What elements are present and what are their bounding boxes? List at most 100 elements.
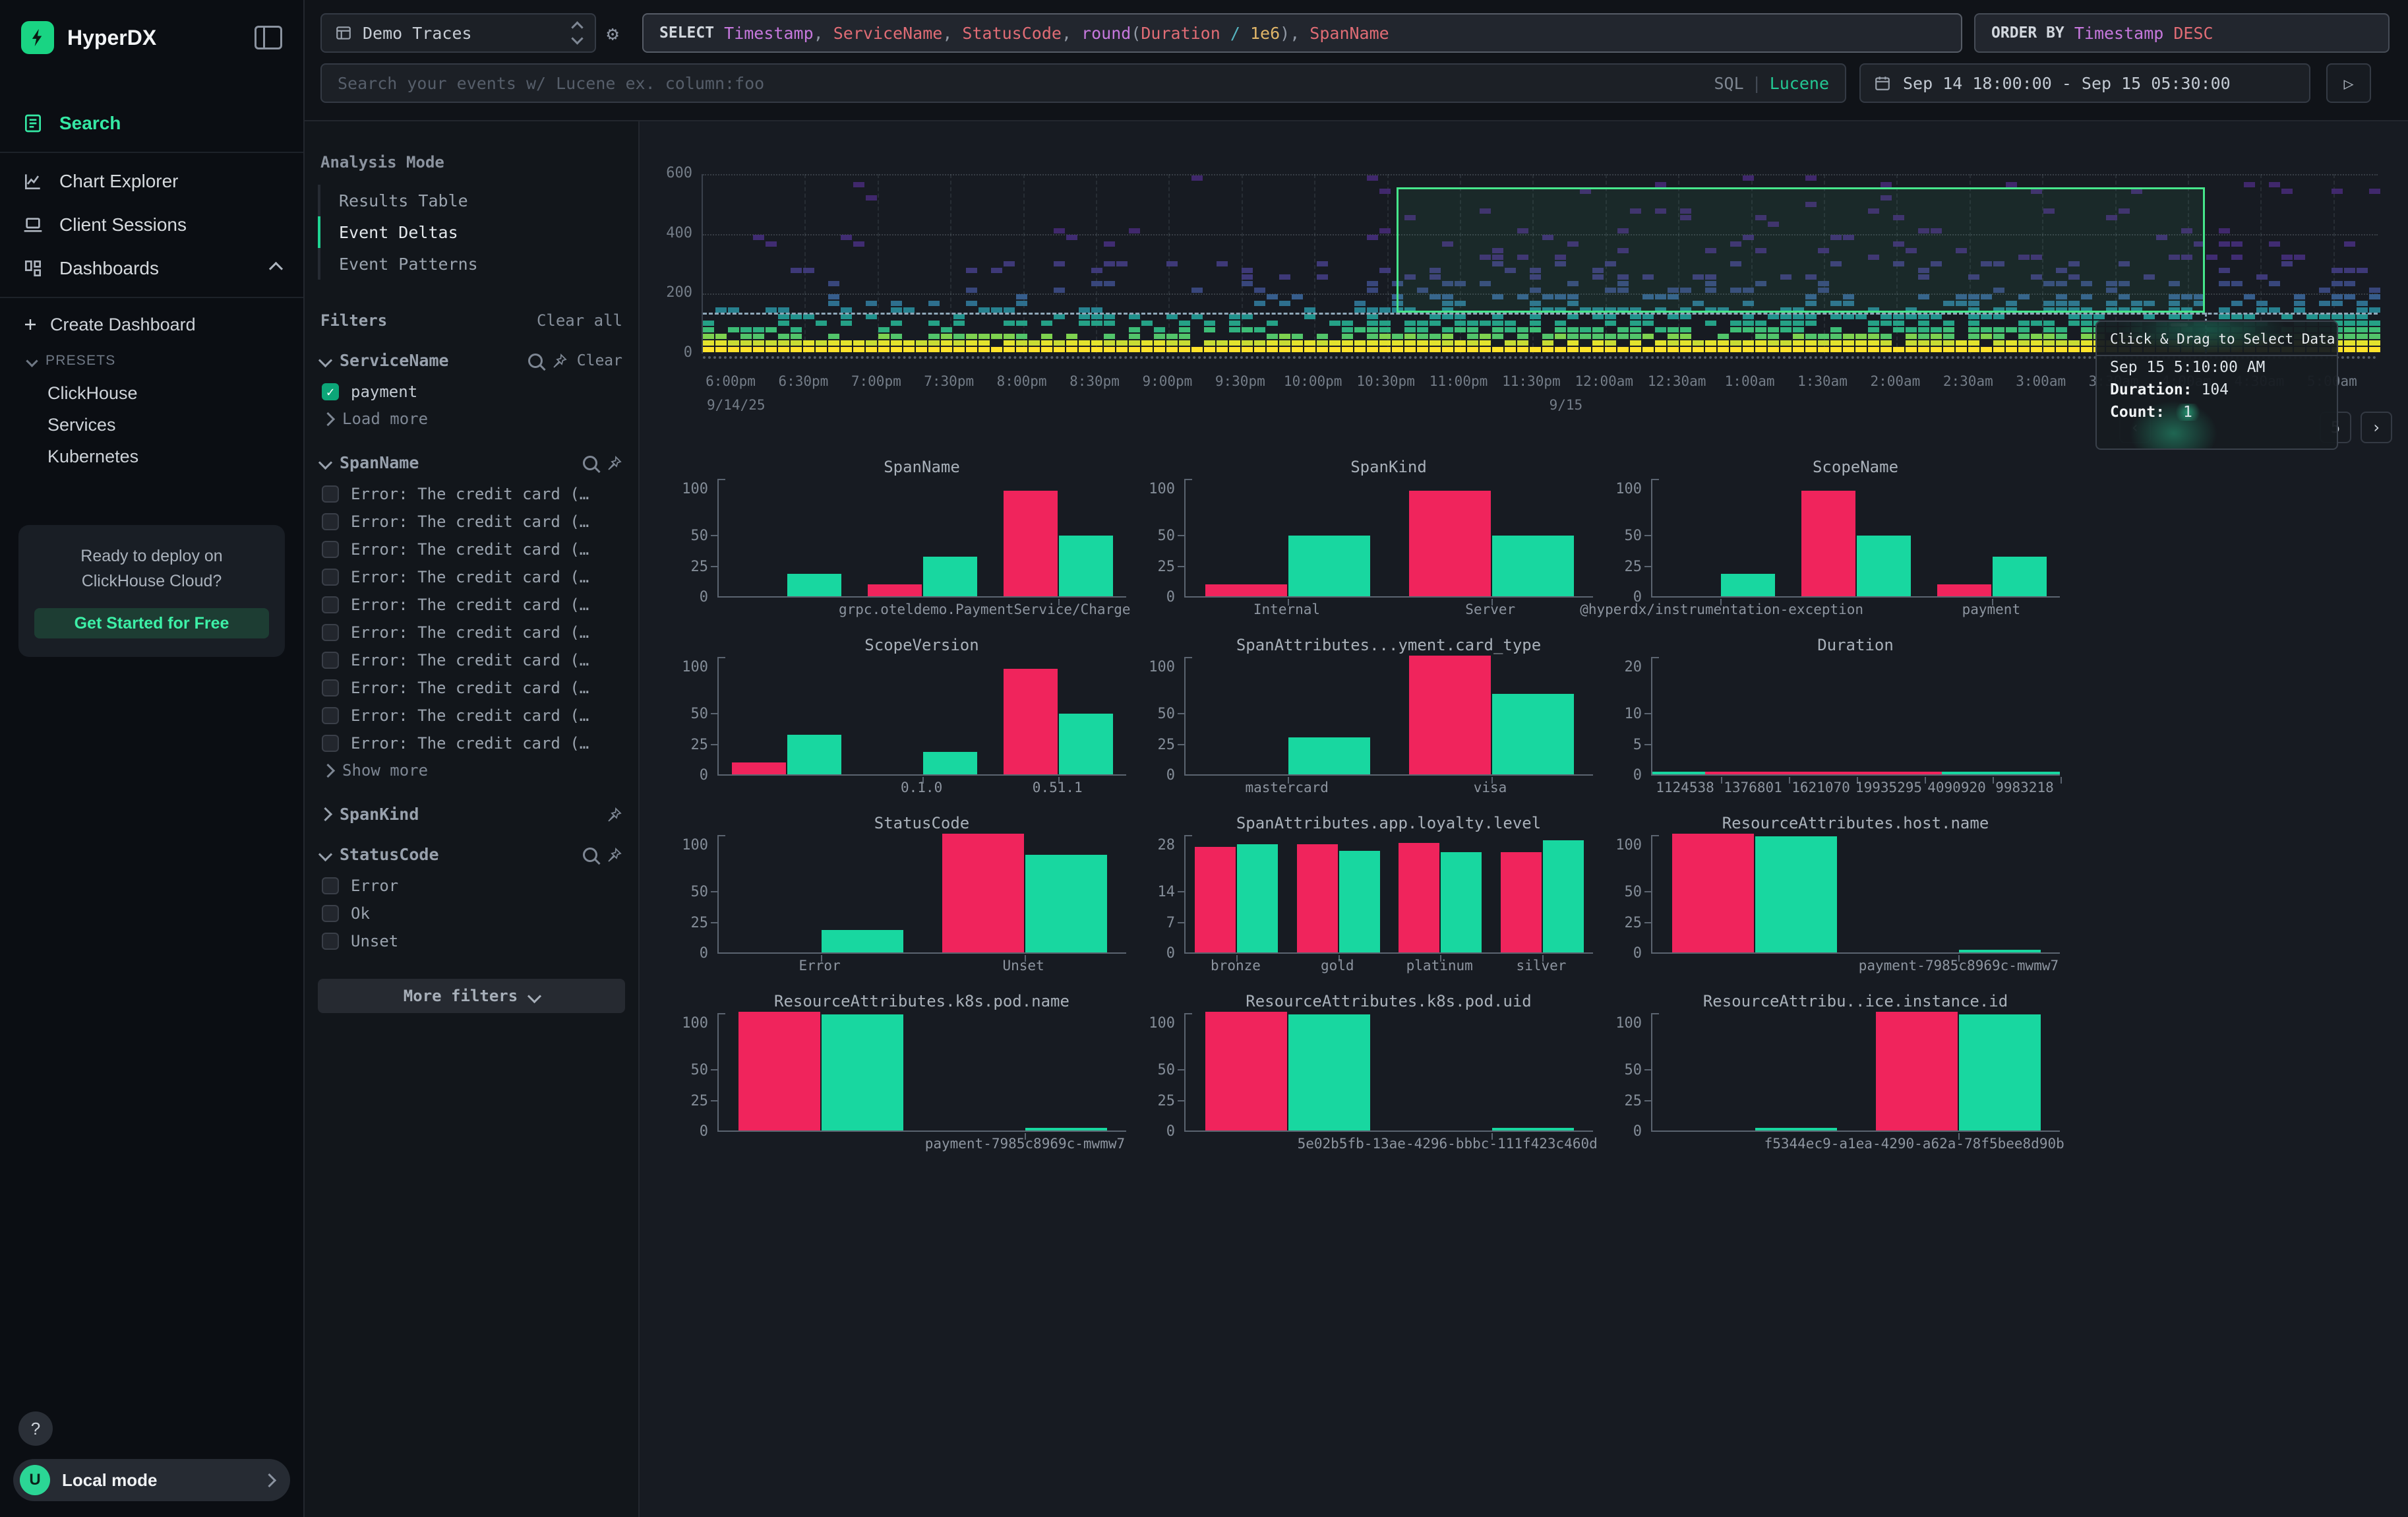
sql-mode-toggle[interactable]: SQL [1714, 74, 1743, 93]
filter-checkbox-row[interactable]: Error: The credit card (… [318, 702, 625, 729]
sql-editor[interactable]: SELECT Timestamp, ServiceName, StatusCod… [642, 13, 1962, 53]
sidebar-item-dashboards[interactable]: Dashboards [0, 247, 303, 290]
filter-checkbox-row[interactable]: Error: The credit card (… [318, 619, 625, 646]
next-page-button[interactable]: › [2361, 412, 2392, 443]
mini-chart-plot[interactable] [1184, 835, 1593, 954]
sidebar-item-chart-explorer[interactable]: Chart Explorer [0, 160, 303, 203]
heatmap-cell [1517, 347, 1528, 352]
mini-chart-plot[interactable] [717, 1013, 1126, 1132]
filter-checkbox-row[interactable]: Error: The credit card (… [318, 508, 625, 536]
create-dashboard-button[interactable]: Create Dashboard [0, 305, 303, 344]
sidebar-item-kubernetes[interactable]: Kubernetes [0, 441, 303, 472]
pin-icon[interactable] [607, 847, 622, 863]
sidebar-item-search[interactable]: Search [0, 102, 303, 145]
show-more-button[interactable]: Show more [318, 757, 625, 784]
heatmap-cell [866, 314, 877, 319]
lucene-mode-toggle[interactable]: Lucene [1770, 74, 1829, 93]
search-input[interactable]: Search your events w/ Lucene ex. column:… [320, 63, 1846, 103]
filter-section-title[interactable]: SpanKind [340, 805, 419, 824]
checkbox-checked-icon[interactable]: ✓ [322, 383, 339, 400]
analysis-mode-results-table[interactable]: Results Table [318, 185, 625, 216]
pin-icon[interactable] [607, 455, 622, 471]
filter-checkbox-row[interactable]: Error: The credit card (… [318, 480, 625, 508]
user-menu[interactable]: U Local mode [13, 1459, 290, 1501]
sidebar-collapse-icon[interactable] [255, 26, 282, 49]
filter-checkbox-row[interactable]: Unset [318, 927, 625, 955]
mini-chart-plot[interactable] [1184, 479, 1593, 598]
more-filters-button[interactable]: More filters [318, 979, 625, 1013]
sidebar-bottom: ? U Local mode [0, 1411, 303, 1517]
checkbox-icon[interactable] [322, 541, 339, 558]
chevron-up-icon [269, 261, 283, 275]
mini-chart-plot[interactable] [1651, 657, 2060, 776]
heatmap-cell [1116, 261, 1128, 266]
checkbox-icon[interactable] [322, 877, 339, 894]
filter-checkbox-row[interactable]: ✓payment [318, 378, 625, 406]
sidebar-item-clickhouse[interactable]: ClickHouse [0, 377, 303, 409]
checkbox-icon[interactable] [322, 485, 339, 503]
gear-icon[interactable]: ⚙ [607, 22, 618, 46]
clear-all-button[interactable]: Clear all [537, 311, 622, 330]
checkbox-icon[interactable] [322, 735, 339, 752]
checkbox-icon[interactable] [322, 933, 339, 950]
date-range-picker[interactable]: Sep 14 18:00:00 - Sep 15 05:30:00 [1859, 63, 2310, 103]
filter-checkbox-row[interactable]: Error: The credit card (… [318, 536, 625, 563]
heatmap-cell [1079, 347, 1090, 352]
chevron-down-icon[interactable] [318, 456, 332, 470]
checkbox-icon[interactable] [322, 624, 339, 641]
mini-chart-plot[interactable] [1651, 835, 2060, 954]
chevron-right-icon[interactable] [318, 807, 332, 821]
checkbox-icon[interactable] [322, 707, 339, 724]
checkbox-icon[interactable] [322, 569, 339, 586]
filter-section-title[interactable]: SpanName [340, 453, 419, 472]
heatmap-gridline [804, 174, 806, 354]
chevron-down-icon[interactable] [318, 848, 332, 861]
pin-icon[interactable] [607, 807, 622, 822]
bar-green [1237, 844, 1278, 952]
search-icon[interactable] [583, 848, 597, 862]
search-icon[interactable] [583, 456, 597, 470]
pin-icon[interactable] [552, 353, 568, 369]
checkbox-icon[interactable] [322, 596, 339, 613]
mini-chart-plot[interactable] [1184, 657, 1593, 776]
filter-checkbox-row[interactable]: Error: The credit card (… [318, 591, 625, 619]
heatmap-cell [941, 327, 952, 332]
presets-toggle[interactable]: PRESETS [0, 344, 303, 377]
chevron-down-icon[interactable] [318, 354, 332, 367]
sidebar-item-client-sessions[interactable]: Client Sessions [0, 203, 303, 247]
help-button[interactable]: ? [18, 1411, 53, 1446]
filter-checkbox-row[interactable]: Error: The credit card (… [318, 563, 625, 591]
checkbox-icon[interactable] [322, 652, 339, 669]
sidebar-item-services[interactable]: Services [0, 409, 303, 441]
filter-clear-button[interactable]: Clear [577, 352, 622, 369]
search-icon[interactable] [528, 354, 543, 368]
checkbox-icon[interactable] [322, 513, 339, 530]
filter-checkbox-row[interactable]: Error: The credit card (… [318, 674, 625, 702]
x-tick-label: 4090920 [1927, 780, 1986, 795]
promo-line-1: Ready to deploy on [34, 543, 269, 569]
filter-checkbox-row[interactable]: Ok [318, 900, 625, 927]
analysis-mode-event-patterns[interactable]: Event Patterns [318, 248, 625, 280]
mini-chart-body: 10050250 [659, 479, 1126, 598]
filter-section-title[interactable]: StatusCode [340, 845, 439, 864]
heatmap-x-tick-label: 8:30pm [1069, 373, 1120, 389]
mini-chart-plot[interactable] [717, 657, 1126, 776]
checkbox-icon[interactable] [322, 905, 339, 922]
filter-checkbox-row[interactable]: Error [318, 872, 625, 900]
get-started-button[interactable]: Get Started for Free [34, 608, 269, 638]
run-query-button[interactable]: ▷ [2326, 63, 2371, 103]
mini-chart-plot[interactable] [1651, 479, 2060, 598]
filter-section-title[interactable]: ServiceName [340, 351, 449, 370]
mini-chart-plot[interactable] [1651, 1013, 2060, 1132]
filter-checkbox-row[interactable]: Error: The credit card (… [318, 729, 625, 757]
source-select[interactable]: Demo Traces [320, 13, 596, 53]
filter-checkbox-row[interactable]: Error: The credit card (… [318, 646, 625, 674]
order-by-editor[interactable]: ORDER BY Timestamp DESC [1974, 13, 2390, 53]
mini-chart-plot[interactable] [1184, 1013, 1593, 1132]
mini-chart-plot[interactable] [717, 835, 1126, 954]
analysis-mode-event-deltas[interactable]: Event Deltas [318, 216, 625, 248]
checkbox-icon[interactable] [322, 679, 339, 697]
selection-rectangle[interactable] [1397, 187, 2205, 313]
load-more-button[interactable]: Load more [318, 406, 625, 432]
mini-chart-plot[interactable] [717, 479, 1126, 598]
